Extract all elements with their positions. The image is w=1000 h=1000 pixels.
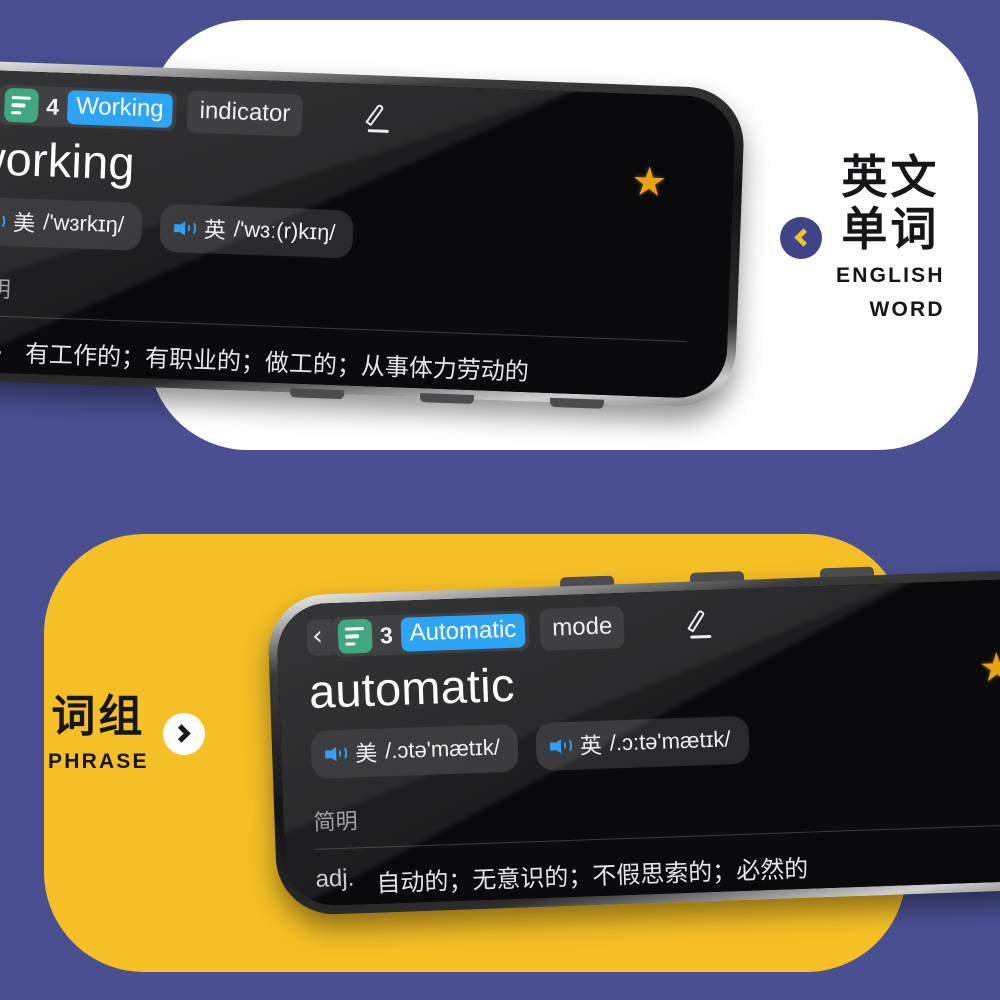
highlighted-word[interactable]: Automatic [400, 613, 526, 652]
item-count: 4 [45, 92, 60, 120]
phonetic-us[interactable]: 美 /'wɜrkɪŋ/ [0, 196, 143, 251]
highlighted-word[interactable]: Working [66, 90, 174, 128]
phonetic-us[interactable]: 美 /.ɔtə'mætɪk/ [310, 723, 519, 779]
device-button[interactable] [419, 393, 475, 404]
back-icon[interactable]: ‹ [306, 619, 333, 657]
device-button[interactable] [689, 571, 745, 582]
topbar-pill-group: 3 Automatic [331, 610, 531, 658]
phonetic-region: 美 [12, 210, 36, 236]
device-top: ‹ 4 Working indicator working ★ [0, 59, 746, 409]
headword: automatic [308, 657, 516, 718]
device-button[interactable] [549, 397, 605, 409]
device-button[interactable] [289, 388, 345, 400]
device-bottom: ‹ 3 Automatic mode automatic ★ 美 /.ɔtə'm… [266, 567, 1000, 917]
phonetics-row-bottom: 美 /.ɔtə'mætɪk/ 英 /.ɔ:tə'mætɪk/ [310, 705, 1000, 779]
definition-text: 有工作的；有职业的；做工的；从事体力劳动的 [24, 339, 530, 387]
definition-text: 自动的；无意识的；不假思索的；必然的 [375, 854, 809, 898]
phonetic-ipa: /'wɜː(r)kɪŋ/ [233, 216, 336, 246]
speaker-icon[interactable] [549, 735, 573, 755]
phonetic-ipa: /'wɜrkɪŋ/ [42, 209, 125, 238]
phonetic-ipa: /.ɔtə'mætɪk/ [384, 734, 501, 764]
label-phrase-text: 词组 PHRASE [48, 692, 149, 776]
definition-row: adj. 有工作的；有职业的；做工的；从事体力劳动的 [0, 332, 709, 394]
list-lines-icon[interactable] [3, 87, 39, 124]
phonetic-region: 英 [579, 732, 603, 759]
list-lines-icon[interactable] [337, 618, 373, 654]
item-count: 3 [379, 621, 394, 648]
pencil-icon[interactable] [361, 101, 396, 136]
label-en-line1: ENGLISH [836, 264, 945, 288]
device-button[interactable] [819, 566, 875, 578]
part-of-speech: adj. [315, 864, 355, 893]
label-english-text: 英文 单词 ENGLISH WORD [836, 150, 945, 324]
definition-row: adj. 自动的；无意识的；不假思索的；必然的 [315, 840, 1000, 901]
device-bottom-screen: ‹ 3 Automatic mode automatic ★ 美 /.ɔtə'm… [275, 577, 1000, 907]
device-top-bezel: ‹ 4 Working indicator working ★ [0, 68, 737, 400]
context-word[interactable]: indicator [186, 90, 304, 137]
label-cn-line1: 英文 [841, 150, 940, 204]
phonetic-uk[interactable]: 英 /.ɔ:tə'mætɪk/ [534, 715, 750, 772]
pencil-icon[interactable] [683, 607, 718, 642]
dictionary-source-label: 简明 [0, 276, 12, 304]
phonetic-region: 英 [203, 217, 227, 243]
label-phrase: 词组 PHRASE [48, 692, 205, 776]
speaker-icon[interactable] [324, 743, 348, 763]
label-cn-line1: 词组 [51, 691, 146, 742]
context-word[interactable]: mode [539, 605, 626, 651]
label-en-line1: PHRASE [48, 750, 149, 774]
poster-canvas: ‹ 4 Working indicator working ★ [0, 0, 1000, 1000]
device-bottom-bezel: ‹ 3 Automatic mode automatic ★ 美 /.ɔtə'm… [275, 577, 1000, 907]
chevron-left-icon[interactable] [780, 216, 822, 259]
star-icon[interactable]: ★ [630, 159, 668, 206]
label-cn-line2: 单词 [841, 201, 940, 256]
speaker-icon[interactable] [173, 218, 197, 238]
phonetic-uk[interactable]: 英 /'wɜː(r)kɪŋ/ [159, 203, 355, 259]
phonetic-ipa: /.ɔ:tə'mætɪk/ [609, 726, 731, 756]
speaker-icon[interactable] [0, 211, 6, 231]
part-of-speech: adj. [0, 331, 4, 360]
label-english-word: 英文 单词 ENGLISH WORD [780, 150, 945, 324]
topbar-pill-group: 4 Working [0, 84, 178, 132]
phonetic-region: 美 [354, 740, 378, 767]
device-top-screen: ‹ 4 Working indicator working ★ [0, 68, 737, 400]
device-button[interactable] [559, 575, 615, 587]
star-icon[interactable]: ★ [978, 644, 1000, 691]
headword: working [0, 130, 136, 190]
chevron-right-icon[interactable] [162, 712, 205, 755]
label-en-line2: WORD [869, 298, 945, 322]
